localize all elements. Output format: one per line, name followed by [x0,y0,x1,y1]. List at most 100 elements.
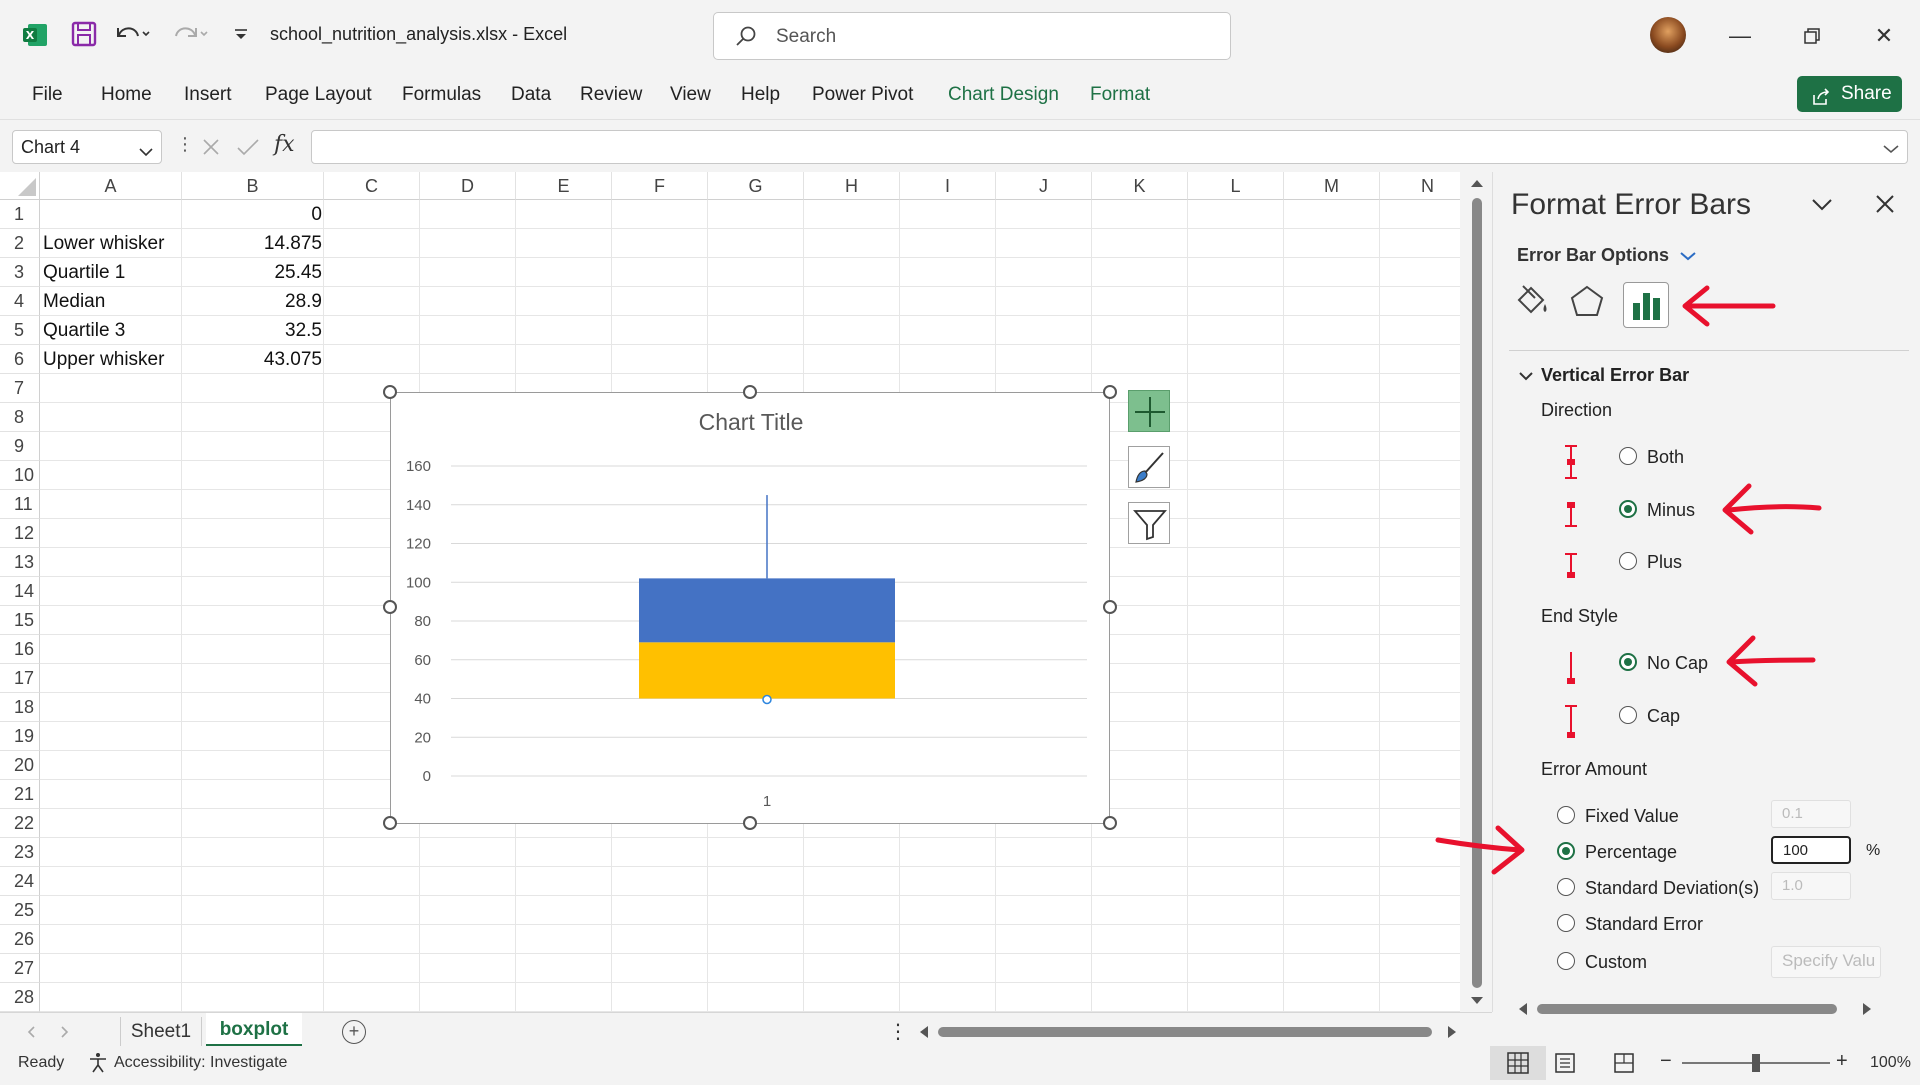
zoom-level[interactable]: 100% [1870,1054,1911,1072]
resize-handle-bottom-right[interactable] [1103,816,1117,830]
radio-direction-minus[interactable] [1619,500,1637,518]
row-header-8[interactable]: 8 [0,403,40,432]
cell-b1[interactable]: 0 [186,200,322,229]
row-header-15[interactable]: 15 [0,606,40,635]
scroll-down-icon[interactable] [1470,996,1484,1006]
pane-scroll-right-icon[interactable] [1861,1002,1873,1016]
row-header-17[interactable]: 17 [0,664,40,693]
row-header-21[interactable]: 21 [0,780,40,809]
cell-b5[interactable]: 32.5 [186,316,322,345]
specify-value-button[interactable]: Specify Valu [1771,946,1881,978]
row-header-23[interactable]: 23 [0,838,40,867]
enter-formula-icon[interactable] [236,136,260,158]
row-header-18[interactable]: 18 [0,693,40,722]
radio-custom[interactable] [1557,952,1575,970]
tab-chart-design[interactable]: Chart Design [948,84,1059,106]
vertical-error-bar-section[interactable]: Vertical Error Bar [1519,365,1689,386]
zoom-slider-thumb[interactable] [1752,1054,1760,1072]
accessibility-icon[interactable] [88,1052,108,1074]
restore-icon[interactable] [1792,18,1832,54]
resize-handle-top[interactable] [743,385,757,399]
column-header-k[interactable]: K [1092,172,1188,200]
row-header-13[interactable]: 13 [0,548,40,577]
row-header-20[interactable]: 20 [0,751,40,780]
option-standard-error-label[interactable]: Standard Error [1585,914,1703,935]
resize-handle-top-right[interactable] [1103,385,1117,399]
tab-format[interactable]: Format [1090,84,1150,106]
radio-percentage[interactable] [1557,842,1575,860]
option-plus-label[interactable]: Plus [1647,552,1682,573]
cell-a2[interactable]: Lower whisker [43,229,164,258]
formula-input[interactable] [311,130,1908,164]
next-sheet-icon[interactable] [60,1025,70,1039]
search-input[interactable]: Search [713,12,1231,60]
option-custom-label[interactable]: Custom [1585,952,1647,973]
pane-close-icon[interactable] [1875,194,1895,214]
tab-page-layout[interactable]: Page Layout [265,84,372,106]
row-header-10[interactable]: 10 [0,461,40,490]
cell-b3[interactable]: 25.45 [186,258,322,287]
more-options-icon[interactable]: ⋮ [176,134,194,155]
minimize-icon[interactable]: — [1720,18,1760,54]
sheet-tab-sheet1[interactable]: Sheet1 [120,1017,202,1047]
row-header-14[interactable]: 14 [0,577,40,606]
hscroll-right-icon[interactable] [1446,1025,1458,1039]
fixed-value-input[interactable]: 0.1 [1771,800,1851,828]
close-icon[interactable]: ✕ [1864,18,1904,54]
resize-handle-top-left[interactable] [383,385,397,399]
tab-review[interactable]: Review [580,84,642,106]
save-icon[interactable] [70,20,98,48]
cell-b6[interactable]: 43.075 [186,345,322,374]
column-header-n[interactable]: N [1380,172,1460,200]
radio-cap[interactable] [1619,706,1637,724]
cancel-formula-icon[interactable] [200,136,222,158]
percentage-input[interactable]: 100 [1771,836,1851,864]
chart-filters-button[interactable] [1128,502,1170,544]
row-header-22[interactable]: 22 [0,809,40,838]
avatar[interactable] [1650,17,1686,53]
tab-view[interactable]: View [670,84,711,106]
row-header-5[interactable]: 5 [0,316,40,345]
tab-help[interactable]: Help [741,84,780,106]
column-header-e[interactable]: E [516,172,612,200]
resize-handle-left[interactable] [383,600,397,614]
chart-elements-button[interactable] [1128,390,1170,432]
chart-styles-button[interactable] [1128,446,1170,488]
hscroll-left-icon[interactable] [918,1025,930,1039]
horizontal-scroll-thumb[interactable] [938,1027,1432,1037]
cell-a4[interactable]: Median [43,287,105,316]
column-header-i[interactable]: I [900,172,996,200]
column-header-d[interactable]: D [420,172,516,200]
cell-a6[interactable]: Upper whisker [43,345,164,374]
add-sheet-icon[interactable]: + [342,1020,366,1044]
cell-a5[interactable]: Quartile 3 [43,316,125,345]
accessibility-status[interactable]: Accessibility: Investigate [114,1054,287,1072]
row-header-25[interactable]: 25 [0,896,40,925]
radio-standard-deviation[interactable] [1557,878,1575,896]
tab-data[interactable]: Data [511,84,551,106]
pane-horizontal-scroll-thumb[interactable] [1537,1004,1837,1014]
zoom-in-icon[interactable]: + [1836,1050,1848,1073]
pane-scroll-left-icon[interactable] [1517,1002,1529,1016]
option-both-label[interactable]: Both [1647,447,1684,468]
tab-formulas[interactable]: Formulas [402,84,481,106]
vertical-scrollbar[interactable] [1466,172,1488,1012]
column-header-a[interactable]: A [40,172,182,200]
tab-insert[interactable]: Insert [184,84,232,106]
row-header-12[interactable]: 12 [0,519,40,548]
tab-home[interactable]: Home [101,84,152,106]
sheet-options-icon[interactable]: ⋮ [888,1019,908,1044]
row-header-1[interactable]: 1 [0,200,40,229]
option-minus-label[interactable]: Minus [1647,500,1695,521]
resize-handle-bottom-left[interactable] [383,816,397,830]
sheet-tab-boxplot[interactable]: boxplot [206,1013,302,1047]
error-bar-options-tab[interactable] [1623,282,1669,328]
zoom-out-icon[interactable]: − [1660,1050,1672,1073]
row-header-26[interactable]: 26 [0,925,40,954]
row-header-6[interactable]: 6 [0,345,40,374]
prev-sheet-icon[interactable] [26,1025,36,1039]
scroll-up-icon[interactable] [1470,178,1484,188]
radio-no-cap[interactable] [1619,653,1637,671]
share-button[interactable]: Share ∨ [1797,76,1902,138]
option-standard-deviation-label[interactable]: Standard Deviation(s) [1585,878,1759,899]
